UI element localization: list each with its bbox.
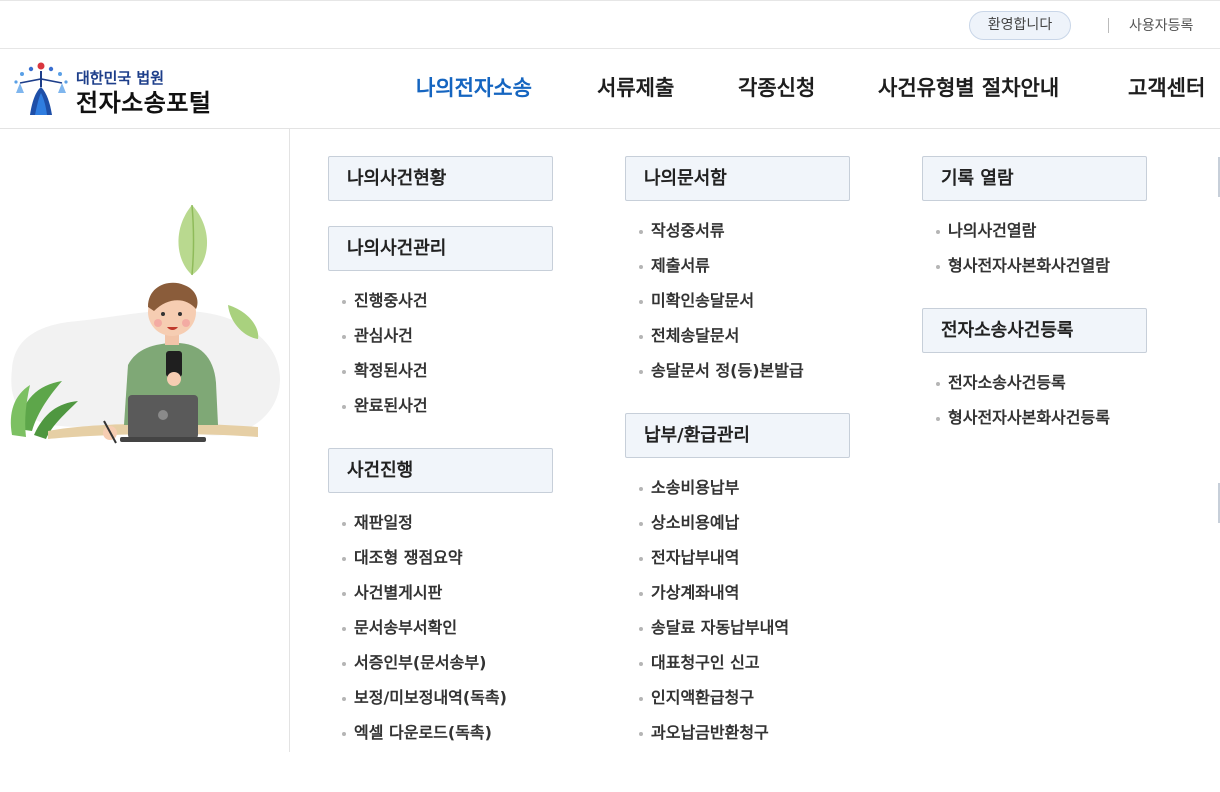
menu-item-e-payment-history[interactable]: 전자납부내역: [625, 544, 851, 579]
user-register-link[interactable]: 사용자등록: [1129, 18, 1193, 34]
menu-title-payment-refund[interactable]: 납부/환급관리: [625, 413, 850, 458]
menu-item-all-served-documents[interactable]: 전체송달문서: [625, 322, 851, 357]
leaf-icon: [178, 204, 208, 276]
menu-item-overpayment-return[interactable]: 과오납금반환청구: [625, 719, 851, 754]
menu-item-favorite-cases[interactable]: 관심사건: [328, 322, 554, 357]
menu-item-trial-schedule[interactable]: 재판일정: [328, 509, 554, 544]
menu-title-case-status[interactable]: 나의사건현황: [328, 156, 553, 201]
case-management-list: 진행중사건 관심사건 확정된사건 완료된사건: [328, 287, 554, 427]
menu-item-excel-download[interactable]: 엑셀 다운로드(독촉): [328, 719, 554, 754]
person-laptop-illustration: [10, 204, 280, 444]
menu-item-e-case-registration[interactable]: 전자소송사건등록: [922, 369, 1148, 404]
menu-title-case-progress[interactable]: 사건진행: [328, 448, 553, 493]
menu-title-my-documents[interactable]: 나의문서함: [625, 156, 850, 201]
menu-item-virtual-account-history[interactable]: 가상계좌내역: [625, 579, 851, 614]
menu-item-unread-served-documents[interactable]: 미확인송달문서: [625, 287, 851, 322]
menu-title-case-registration[interactable]: 전자소송사건등록: [922, 308, 1147, 353]
topbar-divider: [1108, 18, 1109, 33]
menu-item-criminal-copy-view[interactable]: 형사전자사본화사건열람: [922, 252, 1148, 287]
menu-item-auto-payment-history[interactable]: 송달료 자동납부내역: [625, 614, 851, 649]
top-utility-bar: 환영합니다 사용자등록: [0, 0, 1220, 49]
menu-column-records: 기록 열람 나의사건열람 형사전자사본화사건열람 전자소송사건등록 전자소송사건…: [922, 156, 1148, 460]
menu-item-correction-history[interactable]: 보정/미보정내역(독촉): [328, 684, 554, 719]
menu-title-case-management[interactable]: 나의사건관리: [328, 226, 553, 271]
menu-item-stamp-fee-refund[interactable]: 인지액환급청구: [625, 684, 851, 719]
gnb-document-submission[interactable]: 서류제출: [597, 75, 674, 101]
menu-item-draft-documents[interactable]: 작성중서류: [625, 217, 851, 252]
payment-refund-list: 소송비용납부 상소비용예납 전자납부내역 가상계좌내역 송달료 자동납부내역 대…: [625, 474, 851, 754]
menu-item-litigation-fee-payment[interactable]: 소송비용납부: [625, 474, 851, 509]
menu-item-case-board[interactable]: 사건별게시판: [328, 579, 554, 614]
welcome-badge: 환영합니다: [969, 11, 1071, 40]
court-emblem-icon: [14, 62, 68, 115]
menu-item-completed-cases[interactable]: 완료된사건: [328, 392, 554, 427]
menu-title-record-view[interactable]: 기록 열람: [922, 156, 1147, 201]
menu-item-certified-copy-issue[interactable]: 송달문서 정(등)본발급: [625, 357, 851, 392]
menu-item-evidence-admission[interactable]: 서증인부(문서송부): [328, 649, 554, 684]
menu-item-representative-claimant[interactable]: 대표청구인 신고: [625, 649, 851, 684]
site-header: 대한민국 법원 전자소송포털 나의전자소송 서류제출 각종신청 사건유형별 절차…: [0, 49, 1220, 129]
menu-item-confirmed-cases[interactable]: 확정된사건: [328, 357, 554, 392]
menu-item-my-case-view[interactable]: 나의사건열람: [922, 217, 1148, 252]
record-view-list: 나의사건열람 형사전자사본화사건열람: [922, 217, 1148, 287]
my-documents-list: 작성중서류 제출서류 미확인송달문서 전체송달문서 송달문서 정(등)본발급: [625, 217, 851, 392]
logo-subtitle: 대한민국 법원: [76, 69, 165, 87]
menu-item-appeal-fee-deposit[interactable]: 상소비용예납: [625, 509, 851, 544]
gnb-applications[interactable]: 각종신청: [738, 75, 815, 101]
case-registration-list: 전자소송사건등록 형사전자사본화사건등록: [922, 369, 1148, 439]
menu-item-issue-summary[interactable]: 대조형 쟁점요약: [328, 544, 554, 579]
menu-item-criminal-copy-registration[interactable]: 형사전자사본화사건등록: [922, 404, 1148, 439]
menu-item-ongoing-cases[interactable]: 진행중사건: [328, 287, 554, 322]
menu-item-document-dispatch-check[interactable]: 문서송부서확인: [328, 614, 554, 649]
menu-item-submitted-documents[interactable]: 제출서류: [625, 252, 851, 287]
menu-side-panel: [0, 129, 290, 752]
menu-column-documents: 나의문서함 작성중서류 제출서류 미확인송달문서 전체송달문서 송달문서 정(등…: [625, 156, 851, 775]
site-logo[interactable]: 대한민국 법원 전자소송포털: [10, 57, 240, 119]
gnb-procedure-guide[interactable]: 사건유형별 절차안내: [878, 75, 1059, 101]
logo-title: 전자소송포털: [76, 89, 212, 117]
case-progress-list: 재판일정 대조형 쟁점요약 사건별게시판 문서송부서확인 서증인부(문서송부) …: [328, 509, 554, 754]
gnb-my-e-litigation[interactable]: 나의전자소송: [416, 75, 532, 101]
gnb-customer-center[interactable]: 고객센터: [1128, 75, 1205, 101]
menu-column-cases: 나의사건현황 나의사건관리 진행중사건 관심사건 확정된사건 완료된사건 사건진…: [328, 156, 554, 775]
